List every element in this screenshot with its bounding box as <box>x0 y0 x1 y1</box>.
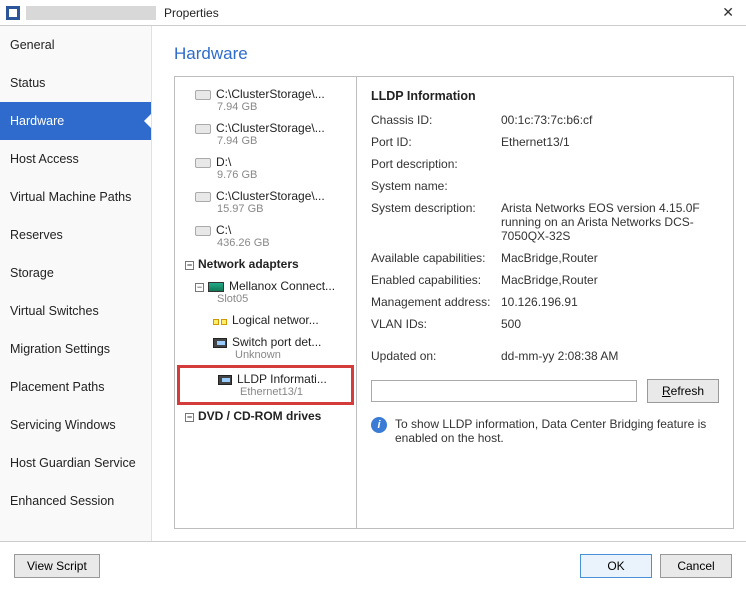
property-label: System name: <box>371 179 501 193</box>
property-value: MacBridge,Router <box>501 273 719 287</box>
close-icon[interactable]: ✕ <box>716 2 740 23</box>
property-row: Chassis ID:00:1c:73:7c:b6:cf <box>371 113 719 127</box>
disk-icon <box>195 158 211 168</box>
collapse-icon[interactable]: − <box>195 283 204 292</box>
main-content: Hardware C:\ClusterStorage\...7.94 GBC:\… <box>152 26 746 541</box>
logical-network-item[interactable]: Logical networ... <box>175 309 356 331</box>
port-icon <box>218 375 232 385</box>
property-row: Port ID:Ethernet13/1 <box>371 135 719 149</box>
ok-button[interactable]: OK <box>580 554 652 578</box>
nav-item-reserves[interactable]: Reserves <box>0 216 151 254</box>
property-row: VLAN IDs:500 <box>371 317 719 331</box>
nav-item-status[interactable]: Status <box>0 64 151 102</box>
collapse-icon[interactable]: − <box>185 413 194 422</box>
nav-item-migration-settings[interactable]: Migration Settings <box>0 330 151 368</box>
network-icon <box>213 315 227 327</box>
updated-on-row: Updated on: dd-mm-yy 2:08:38 AM <box>371 349 719 363</box>
property-label: Enabled capabilities: <box>371 273 501 287</box>
adapter-item[interactable]: −Mellanox Connect...Slot05 <box>175 275 356 309</box>
property-row: Management address:10.126.196.91 <box>371 295 719 309</box>
property-value <box>501 157 719 171</box>
lldp-information-item[interactable]: LLDP Informati...Ethernet13/1 <box>177 365 354 405</box>
nav-item-hardware[interactable]: Hardware <box>0 102 151 140</box>
refresh-button[interactable]: Refresh <box>647 379 719 403</box>
collapse-icon[interactable]: − <box>185 261 194 270</box>
info-message: i To show LLDP information, Data Center … <box>371 417 719 445</box>
page-title: Hardware <box>174 44 734 64</box>
nav-item-virtual-switches[interactable]: Virtual Switches <box>0 292 151 330</box>
nav-item-storage[interactable]: Storage <box>0 254 151 292</box>
title-hostname-redacted <box>26 6 156 20</box>
disk-item-2[interactable]: D:\9.76 GB <box>175 151 356 185</box>
nav-item-host-access[interactable]: Host Access <box>0 140 151 178</box>
property-row: Enabled capabilities:MacBridge,Router <box>371 273 719 287</box>
property-label: Port ID: <box>371 135 501 149</box>
disk-icon <box>195 90 211 100</box>
disk-icon <box>195 124 211 134</box>
updated-on-label: Updated on: <box>371 349 501 363</box>
nav-item-host-guardian-service[interactable]: Host Guardian Service <box>0 444 151 482</box>
nic-icon <box>208 282 224 292</box>
property-value <box>501 179 719 193</box>
nav-item-placement-paths[interactable]: Placement Paths <box>0 368 151 406</box>
nav-item-servicing-windows[interactable]: Servicing Windows <box>0 406 151 444</box>
left-nav: GeneralStatusHardwareHost AccessVirtual … <box>0 26 152 541</box>
property-row: System description:Arista Networks EOS v… <box>371 201 719 243</box>
hardware-tree[interactable]: C:\ClusterStorage\...7.94 GBC:\ClusterSt… <box>175 77 357 528</box>
view-script-button[interactable]: View Script <box>14 554 100 578</box>
property-value: 00:1c:73:7c:b6:cf <box>501 113 719 127</box>
cancel-button[interactable]: Cancel <box>660 554 732 578</box>
property-row: System name: <box>371 179 719 193</box>
property-label: VLAN IDs: <box>371 317 501 331</box>
group-network-adapters[interactable]: −Network adapters <box>175 253 356 275</box>
window-title: Properties <box>164 6 219 20</box>
disk-item-1[interactable]: C:\ClusterStorage\...7.94 GB <box>175 117 356 151</box>
refresh-status-field <box>371 380 637 402</box>
disk-item-4[interactable]: C:\436.26 GB <box>175 219 356 253</box>
property-row: Port description: <box>371 157 719 171</box>
nav-item-enhanced-session[interactable]: Enhanced Session <box>0 482 151 520</box>
app-icon <box>6 6 20 20</box>
port-icon <box>213 338 227 348</box>
titlebar: Properties ✕ <box>0 0 746 26</box>
group-dvd-drives[interactable]: −DVD / CD-ROM drives <box>175 405 356 427</box>
disk-item-0[interactable]: C:\ClusterStorage\...7.94 GB <box>175 83 356 117</box>
nav-item-general[interactable]: General <box>0 26 151 64</box>
property-value: 500 <box>501 317 719 331</box>
property-value: 10.126.196.91 <box>501 295 719 309</box>
property-row: Available capabilities:MacBridge,Router <box>371 251 719 265</box>
hardware-panel: C:\ClusterStorage\...7.94 GBC:\ClusterSt… <box>174 76 734 529</box>
property-label: System description: <box>371 201 501 243</box>
property-value: Arista Networks EOS version 4.15.0F runn… <box>501 201 719 243</box>
disk-item-3[interactable]: C:\ClusterStorage\...15.97 GB <box>175 185 356 219</box>
updated-on-value: dd-mm-yy 2:08:38 AM <box>501 349 719 363</box>
property-label: Port description: <box>371 157 501 171</box>
nav-item-virtual-machine-paths[interactable]: Virtual Machine Paths <box>0 178 151 216</box>
info-text: To show LLDP information, Data Center Br… <box>395 417 719 445</box>
disk-icon <box>195 192 211 202</box>
property-label: Available capabilities: <box>371 251 501 265</box>
info-icon: i <box>371 417 387 433</box>
property-label: Chassis ID: <box>371 113 501 127</box>
dialog-footer: View Script OK Cancel <box>0 542 746 590</box>
property-value: MacBridge,Router <box>501 251 719 265</box>
property-value: Ethernet13/1 <box>501 135 719 149</box>
disk-icon <box>195 226 211 236</box>
details-heading: LLDP Information <box>371 89 719 103</box>
property-label: Management address: <box>371 295 501 309</box>
lldp-details: LLDP Information Chassis ID:00:1c:73:7c:… <box>357 77 733 528</box>
switch-port-item[interactable]: Switch port det...Unknown <box>175 331 356 365</box>
